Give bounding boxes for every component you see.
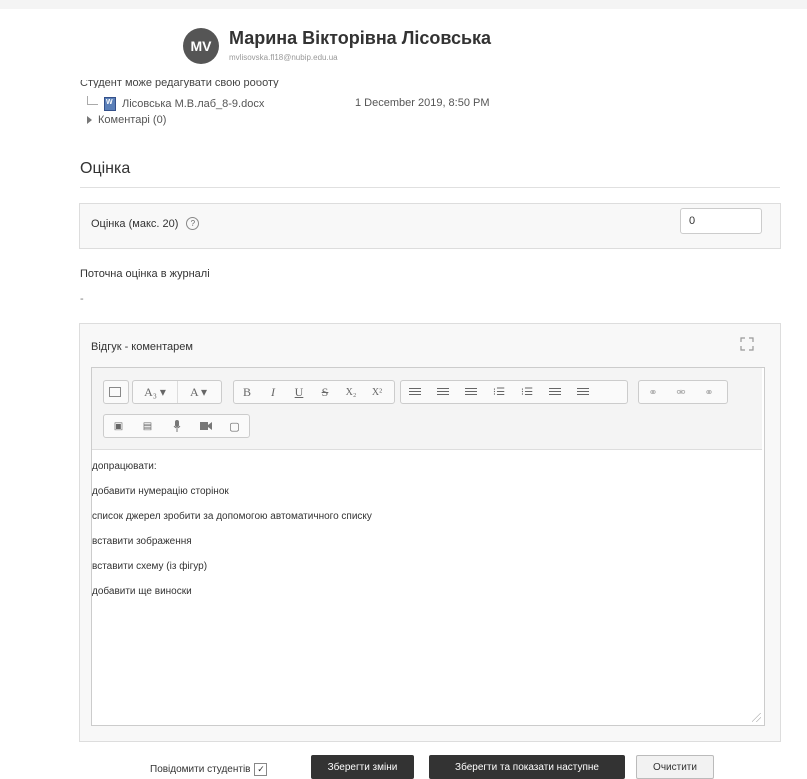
feedback-label: Відгук - коментарем: [91, 341, 193, 353]
submission-status: Студент може редагувати свою роботу: [80, 80, 279, 88]
italic-button[interactable]: I: [260, 381, 286, 403]
ordered-list-button[interactable]: ⁝☰: [485, 381, 513, 403]
anchor-button[interactable]: ⚭: [695, 381, 723, 403]
outdent-button[interactable]: [541, 381, 569, 403]
submission-file-date: 1 December 2019, 8:50 PM: [355, 97, 490, 109]
grade-input[interactable]: [680, 208, 762, 234]
align-center-button[interactable]: [429, 381, 457, 403]
save-changes-button[interactable]: Зберегти зміни: [311, 755, 414, 779]
editor-toolbar: A₃ ▾ A ▾ B I U S X₂ X² ⁝☰ ⁝☰ ⚭ ⚮ ⚭ ▣ ▤ ▢: [92, 368, 762, 450]
feedback-line: вставити зображення: [92, 536, 192, 547]
feedback-line: добавити ще виноски: [92, 586, 192, 597]
link-button[interactable]: ⚭: [639, 381, 667, 403]
toolbar-group-links: ⚭ ⚮ ⚭: [638, 380, 728, 404]
avatar[interactable]: MV: [183, 28, 219, 64]
feedback-line: список джерел зробити за допомогою автом…: [92, 511, 372, 522]
grade-field-label: Оцінка (макс. 20): [91, 217, 179, 230]
grade-section-heading: Оцінка: [80, 160, 131, 177]
word-document-icon: [104, 97, 116, 111]
toolbar-group-media: ▣ ▤ ▢: [103, 414, 250, 438]
reset-button[interactable]: Очистити: [636, 755, 714, 779]
comments-label[interactable]: Коментарі (0): [98, 114, 166, 126]
student-email: mvlisovska.fl18@nubip.edu.ua: [229, 53, 338, 62]
fullscreen-icon[interactable]: [740, 337, 754, 351]
unordered-list-button[interactable]: ⁝☰: [513, 381, 541, 403]
tree-connector: [87, 95, 98, 105]
paste-icon[interactable]: ▢: [220, 415, 249, 437]
divider: [80, 187, 780, 188]
underline-button[interactable]: U: [286, 381, 312, 403]
bold-button[interactable]: B: [234, 381, 260, 403]
feedback-line: допрацювати:: [92, 461, 157, 472]
comments-toggle[interactable]: Коментарі (0): [87, 114, 166, 126]
notify-students-label: Повідомити студентів: [150, 764, 251, 775]
align-left-button[interactable]: [401, 381, 429, 403]
image-icon[interactable]: ▣: [104, 415, 133, 437]
paragraph-style-icon[interactable]: [104, 381, 126, 403]
indent-button[interactable]: [569, 381, 597, 403]
save-and-show-next-button[interactable]: Зберегти та показати наступне: [429, 755, 625, 779]
resize-handle[interactable]: [752, 713, 761, 722]
feedback-text[interactable]: допрацювати: добавити нумерацію сторінок…: [92, 454, 752, 604]
align-right-button[interactable]: [457, 381, 485, 403]
toolbar-group-collapse: [103, 380, 129, 404]
media-icon[interactable]: ▤: [133, 415, 162, 437]
toolbar-group-font: A₃ ▾ A ▾: [132, 380, 222, 404]
subscript-button[interactable]: X₂: [338, 381, 364, 403]
toolbar-group-style: B I U S X₂ X²: [233, 380, 395, 404]
superscript-button[interactable]: X²: [364, 381, 390, 403]
strikethrough-button[interactable]: S: [312, 381, 338, 403]
submission-file-row: Лісовська М.В.лаб_8-9.docx: [87, 95, 264, 111]
feedback-line: вставити схему (із фігур): [92, 561, 208, 572]
unlink-button[interactable]: ⚮: [667, 381, 695, 403]
help-icon[interactable]: ?: [186, 217, 200, 230]
feedback-line: добавити нумерацію сторінок: [92, 486, 229, 497]
toolbar-group-align-list: ⁝☰ ⁝☰: [400, 380, 628, 404]
current-grade-value: -: [80, 293, 84, 305]
notify-students-row: Повідомити студентів ✓: [150, 763, 268, 776]
expand-arrow-icon: [87, 116, 92, 124]
current-grade-label: Поточна оцінка в журналі: [80, 268, 210, 280]
font-color-dropdown[interactable]: A ▾: [177, 381, 219, 403]
video-camera-icon[interactable]: [191, 415, 220, 437]
grade-field-label-row: Оцінка (макс. 20) ?: [91, 217, 200, 230]
notify-students-checkbox[interactable]: ✓: [254, 763, 268, 776]
student-name[interactable]: Марина Вікторівна Лісовська: [229, 28, 491, 49]
submission-file-link[interactable]: Лісовська М.В.лаб_8-9.docx: [122, 98, 264, 110]
font-size-dropdown[interactable]: A₃ ▾: [133, 381, 177, 403]
microphone-icon[interactable]: [162, 415, 191, 437]
